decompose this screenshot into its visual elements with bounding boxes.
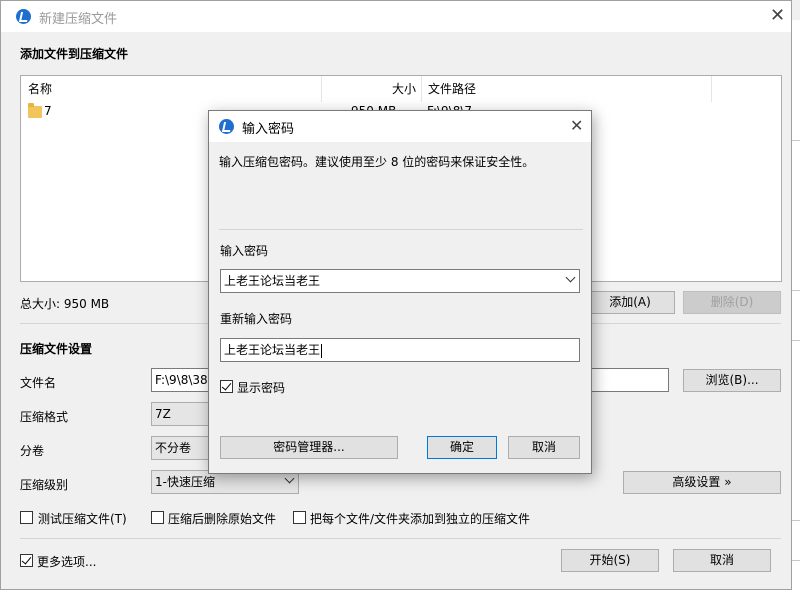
level-label: 压缩级别 (20, 478, 69, 492)
app-logo-icon (219, 119, 234, 134)
column-header-name[interactable]: 名称 (21, 76, 322, 102)
test-archive-checkbox[interactable] (20, 511, 33, 524)
dialog-description: 输入压缩包密码。建议使用至少 8 位的密码来保证安全性。 (219, 155, 535, 169)
confirm-password-value: 上老王论坛当老王 (224, 343, 321, 357)
separate-archives-label: 把每个文件/文件夹添加到独立的压缩文件 (310, 512, 531, 526)
advanced-settings-button[interactable]: 高级设置 » (623, 471, 781, 494)
cancel-button[interactable]: 取消 (673, 549, 771, 572)
dialog-titlebar: 输入密码 ✕ (209, 111, 591, 142)
close-icon[interactable]: ✕ (770, 7, 785, 25)
show-password-label: 显示密码 (237, 381, 286, 395)
filename-label: 文件名 (20, 376, 57, 390)
format-label: 压缩格式 (20, 410, 69, 424)
text-cursor (321, 343, 323, 358)
format-select-value: 7Z (155, 407, 171, 421)
split-select-value: 不分卷 (155, 441, 192, 455)
password-label: 输入密码 (220, 244, 269, 258)
column-header-path[interactable]: 文件路径 (422, 76, 712, 102)
app-logo-icon (16, 9, 31, 24)
delete-after-label: 压缩后删除原始文件 (168, 512, 277, 526)
level-select-value: 1-快速压缩 (155, 475, 215, 489)
password-input[interactable]: 上老王论坛当老王 (220, 269, 580, 293)
window-title: 新建压缩文件 (39, 12, 118, 27)
ok-button[interactable]: 确定 (427, 436, 497, 459)
add-button[interactable]: 添加(A) (585, 291, 675, 314)
total-size: 总大小: 950 MB (20, 297, 110, 311)
password-dialog: 输入密码 ✕ 输入压缩包密码。建议使用至少 8 位的密码来保证安全性。 输入密码… (208, 110, 592, 474)
dialog-cancel-button[interactable]: 取消 (508, 436, 580, 459)
settings-heading: 压缩文件设置 (20, 342, 93, 356)
dialog-title: 输入密码 (242, 122, 295, 137)
chevron-down-icon[interactable] (565, 272, 576, 283)
more-options-label: 更多选项... (37, 555, 97, 569)
more-options-checkbox[interactable] (20, 554, 33, 567)
confirm-password-input[interactable]: 上老王论坛当老王 (220, 338, 580, 362)
column-header-size[interactable]: 大小 (322, 76, 422, 102)
split-label: 分卷 (20, 444, 45, 458)
confirm-password-label: 重新输入密码 (220, 312, 293, 326)
separate-archives-checkbox[interactable] (293, 511, 306, 524)
test-archive-label: 测试压缩文件(T) (38, 512, 127, 526)
folder-icon (28, 103, 42, 118)
file-name: 7 (44, 104, 52, 118)
dialog-divider (219, 229, 583, 230)
delete-button[interactable]: 删除(D) (683, 291, 781, 314)
delete-after-checkbox[interactable] (151, 511, 164, 524)
start-button[interactable]: 开始(S) (561, 549, 659, 572)
dialog-close-icon[interactable]: ✕ (570, 117, 583, 135)
chevron-down-icon (284, 473, 295, 484)
main-titlebar: 新建压缩文件 ✕ (1, 1, 791, 32)
password-manager-button[interactable]: 密码管理器... (220, 436, 398, 459)
browse-button[interactable]: 浏览(B)... (683, 369, 781, 392)
add-files-heading: 添加文件到压缩文件 (20, 47, 129, 61)
show-password-checkbox[interactable] (220, 380, 233, 393)
bottom-divider (20, 538, 781, 539)
password-input-value: 上老王论坛当老王 (224, 274, 321, 288)
